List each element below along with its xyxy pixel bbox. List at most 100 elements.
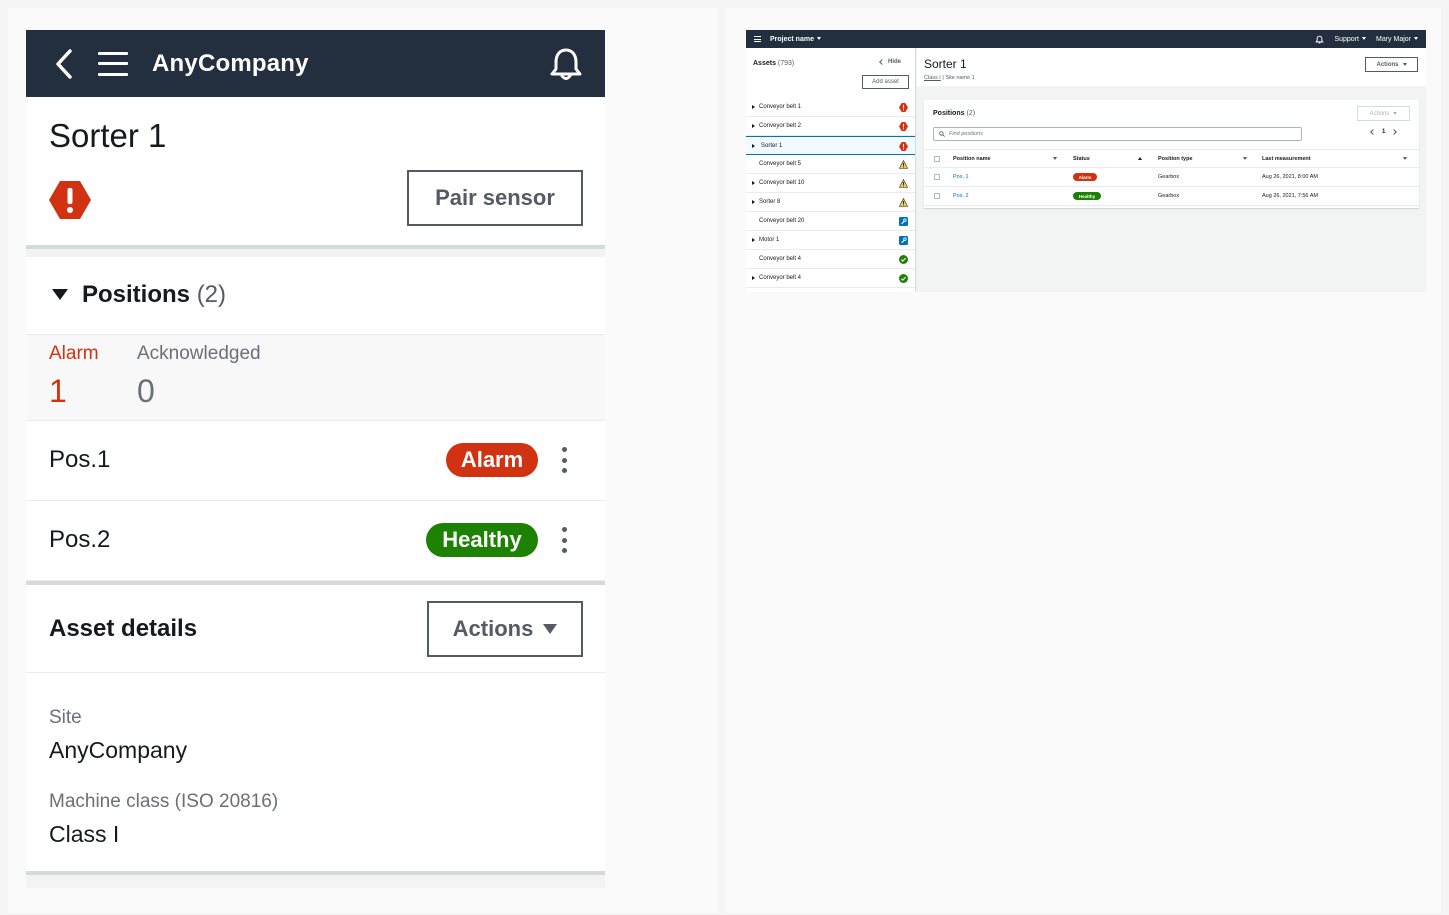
expand-arrow-icon[interactable] xyxy=(752,276,755,280)
site-value: AnyCompany xyxy=(49,737,188,763)
row-checkbox[interactable] xyxy=(934,193,940,199)
chevron-left-icon[interactable] xyxy=(1370,129,1376,135)
column-header[interactable]: Position name xyxy=(953,156,991,162)
chevron-left-icon xyxy=(879,59,885,65)
expand-arrow-icon[interactable] xyxy=(752,105,755,109)
actions-dropdown-button[interactable]: Actions xyxy=(1365,57,1418,72)
caret-down-icon xyxy=(1414,37,1418,41)
project-selector[interactable]: Project name xyxy=(770,36,821,43)
desktop-view: Project name Support Mary Major Assets (… xyxy=(746,30,1426,292)
hide-sidebar-button[interactable]: Hide xyxy=(879,59,901,65)
expand-arrow-icon[interactable] xyxy=(752,181,755,185)
sort-icon[interactable] xyxy=(1243,157,1247,160)
select-all-checkbox[interactable] xyxy=(934,156,940,162)
expand-arrow-icon[interactable] xyxy=(752,200,755,204)
page-number[interactable]: 1 xyxy=(1382,129,1385,135)
position-type: Gearbox xyxy=(1158,174,1180,180)
alarm-icon xyxy=(899,122,908,131)
asset-item[interactable]: Motor 1 xyxy=(746,231,915,250)
mobile-top-nav: AnyCompany xyxy=(26,30,605,97)
search-field[interactable] xyxy=(933,127,1302,141)
asset-header: Sorter 1 Class I | Site name 1 Actions xyxy=(917,48,1426,86)
more-options-icon[interactable] xyxy=(562,447,568,473)
alarm-count-value: 1 xyxy=(49,373,67,409)
asset-item[interactable]: Conveyor belt 20 xyxy=(746,212,915,231)
caret-down-icon xyxy=(543,624,558,634)
warning-icon xyxy=(899,198,908,207)
expand-arrow-icon[interactable] xyxy=(752,143,755,148)
asset-item-selected[interactable]: Sorter 1 xyxy=(746,136,915,155)
position-row[interactable]: Pos.1 Alarm xyxy=(26,421,605,501)
column-header[interactable]: Position type xyxy=(1158,156,1193,162)
support-menu[interactable]: Support xyxy=(1334,36,1366,43)
warning-icon xyxy=(899,179,908,188)
search-input[interactable] xyxy=(949,131,1289,137)
warning-icon xyxy=(899,160,908,169)
breadcrumb-site: Site name 1 xyxy=(945,75,975,81)
asset-item[interactable]: Conveyor belt 10 xyxy=(746,174,915,193)
sort-icon[interactable] xyxy=(1403,157,1407,160)
asset-item[interactable]: Sorter 8 xyxy=(746,193,915,212)
collapse-caret-icon[interactable] xyxy=(52,289,68,300)
table-row[interactable]: Pos. 1 Alarm Gearbox Aug 26, 2021, 8:00 … xyxy=(924,168,1419,187)
pair-sensor-button[interactable]: Pair sensor xyxy=(407,170,583,226)
expand-arrow-icon[interactable] xyxy=(752,238,755,242)
position-row[interactable]: Pos.2 Healthy xyxy=(26,501,605,581)
back-arrow-icon[interactable] xyxy=(52,48,76,79)
row-checkbox[interactable] xyxy=(934,174,940,180)
add-asset-button[interactable]: Add asset xyxy=(862,75,909,89)
position-link[interactable]: Pos. 1 xyxy=(953,174,969,180)
asset-details-header: Asset details Actions xyxy=(26,581,605,673)
column-header[interactable]: Last measurement xyxy=(1262,156,1311,162)
notification-bell-icon[interactable] xyxy=(1315,35,1325,44)
brand-name: AnyCompany xyxy=(152,49,309,77)
asset-item[interactable]: Conveyor belt 4 xyxy=(746,250,915,269)
table-row[interactable]: Pos. 2 Healthy Gearbox Aug 26, 2021, 7:5… xyxy=(924,187,1419,206)
asset-item[interactable]: Conveyor belt 5 xyxy=(746,155,915,174)
asset-details-body: Site AnyCompany Machine class (ISO 20816… xyxy=(26,673,605,875)
sort-ascending-icon[interactable] xyxy=(1138,157,1142,160)
main-content: Sorter 1 Class I | Site name 1 Actions P… xyxy=(917,48,1426,292)
positions-header[interactable]: Positions (2) xyxy=(26,257,605,335)
healthy-check-icon xyxy=(899,274,908,283)
search-icon xyxy=(939,131,945,137)
positions-actions-button[interactable]: Actions xyxy=(1357,106,1410,121)
actions-dropdown-button[interactable]: Actions xyxy=(427,601,583,657)
asset-item[interactable]: Conveyor belt 1 xyxy=(746,98,915,117)
user-menu[interactable]: Mary Major xyxy=(1376,36,1418,43)
column-header[interactable]: Status xyxy=(1073,156,1090,162)
positions-count: (2) xyxy=(196,281,227,308)
chevron-right-icon[interactable] xyxy=(1391,129,1398,135)
caret-down-icon xyxy=(1361,37,1366,41)
more-options-icon[interactable] xyxy=(562,527,568,553)
alarm-icon xyxy=(899,103,908,112)
status-badge-healthy: Healthy xyxy=(426,523,538,557)
positions-label: Positions xyxy=(82,281,191,308)
caret-down-icon xyxy=(816,37,821,41)
table-header-row: Position name Status Position type Last … xyxy=(924,149,1419,168)
position-type: Gearbox xyxy=(1158,193,1180,199)
caret-down-icon xyxy=(1402,63,1407,66)
status-counts: Alarm 1 Acknowledged 0 xyxy=(26,335,605,421)
machine-class-value: Class I xyxy=(49,821,120,847)
hamburger-menu-icon[interactable] xyxy=(754,36,761,42)
hamburger-menu-icon[interactable] xyxy=(98,51,128,76)
maintenance-wrench-icon xyxy=(899,236,908,245)
notification-bell-icon[interactable] xyxy=(547,45,585,83)
sort-icon[interactable] xyxy=(1053,157,1057,160)
breadcrumb-class-link[interactable]: Class I xyxy=(924,75,941,81)
desktop-top-nav: Project name Support Mary Major xyxy=(746,30,1426,48)
machine-class-label: Machine class (ISO 20816) xyxy=(49,791,279,812)
asset-item[interactable]: Conveyor belt 4 xyxy=(746,269,915,288)
position-name: Pos.2 xyxy=(49,526,111,553)
alarm-icon xyxy=(899,142,908,151)
breadcrumb: Class I | Site name 1 xyxy=(924,75,975,81)
last-measurement: Aug 26, 2021, 7:56 AM xyxy=(1262,193,1318,199)
expand-arrow-icon[interactable] xyxy=(752,124,755,128)
position-link[interactable]: Pos. 2 xyxy=(953,193,969,199)
asset-details-title: Asset details xyxy=(49,615,198,642)
asset-title-section: Sorter 1 Pair sensor xyxy=(26,97,605,249)
asset-item[interactable]: Conveyor belt 2 xyxy=(746,117,915,136)
assets-title: Assets (793) xyxy=(753,60,795,67)
mobile-frame: AnyCompany Sorter 1 Pair sensor Position… xyxy=(26,30,605,888)
